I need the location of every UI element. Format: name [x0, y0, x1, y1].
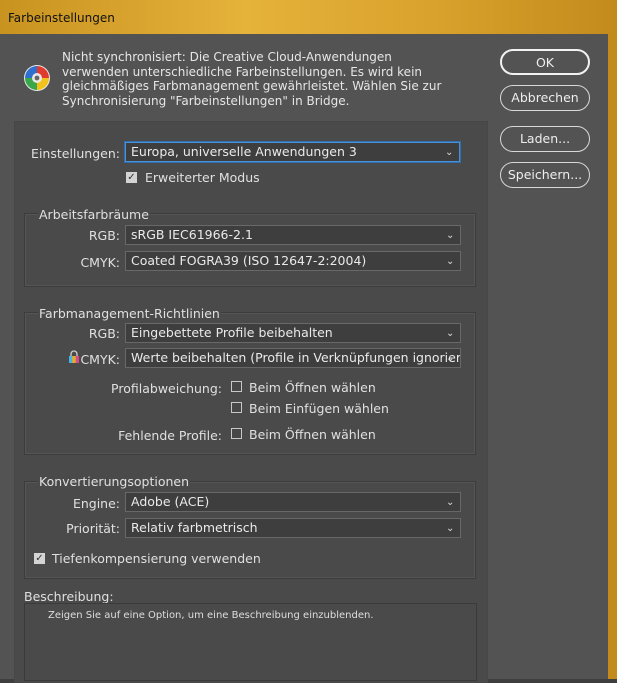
load-button[interactable]: Laden...: [500, 126, 590, 152]
working-cmyk-value: Coated FOGRA39 (ISO 12647-2:2004): [131, 253, 367, 268]
title-bar: Farbeinstellungen: [0, 0, 617, 35]
mismatch-paste-label: Beim Einfügen wählen: [249, 401, 389, 416]
working-cmyk-label: CMYK:: [80, 255, 120, 270]
engine-value: Adobe (ACE): [131, 494, 210, 509]
mismatch-open-checkbox[interactable]: [231, 381, 242, 392]
ok-button[interactable]: OK: [500, 49, 590, 75]
engine-label: Engine:: [72, 496, 120, 511]
black-point-label: Tiefenkompensierung verwenden: [52, 551, 261, 566]
policy-cmyk-value: Werte beibehalten (Profile in Verknüpfun…: [131, 350, 461, 365]
intent-label: Priorität:: [66, 521, 120, 536]
window-title: Farbeinstellungen: [8, 11, 115, 25]
advanced-mode-checkbox[interactable]: ✓: [126, 172, 137, 183]
intent-value: Relativ farbmetrisch: [131, 520, 258, 535]
advanced-mode-label: Erweiterter Modus: [145, 170, 260, 185]
engine-dropdown[interactable]: Adobe (ACE) ⌄: [125, 492, 461, 512]
chevron-down-icon: ⌄: [445, 147, 454, 158]
policy-rgb-value: Eingebettete Profile beibehalten: [131, 325, 333, 340]
chevron-down-icon: ⌄: [446, 256, 455, 267]
intent-dropdown[interactable]: Relativ farbmetrisch ⌄: [125, 518, 461, 538]
chevron-down-icon: ⌄: [446, 328, 455, 339]
missing-open-checkbox[interactable]: [231, 428, 242, 439]
policy-rgb-label: RGB:: [88, 326, 120, 341]
conversion-title: Konvertierungsoptionen: [38, 474, 191, 489]
description-text: Zeigen Sie auf eine Option, um eine Besc…: [48, 610, 374, 621]
mismatch-paste-checkbox[interactable]: [231, 402, 242, 413]
policies-title: Farbmanagement-Richtlinien: [38, 306, 221, 321]
missing-profiles-label: Fehlende Profile:: [118, 428, 222, 443]
working-rgb-label: RGB:: [88, 228, 120, 243]
settings-dropdown[interactable]: Europa, universelle Anwendungen 3 ⌄: [125, 142, 460, 162]
working-cmyk-dropdown[interactable]: Coated FOGRA39 (ISO 12647-2:2004) ⌄: [125, 251, 461, 271]
chevron-down-icon: ⌄: [446, 497, 455, 508]
settings-label: Einstellungen:: [31, 146, 120, 161]
sync-warning-text: Nicht synchronisiert: Die Creative Cloud…: [62, 50, 442, 108]
color-wheel-icon: [24, 65, 50, 91]
chevron-down-icon: ⌄: [446, 353, 455, 364]
window-edge: [608, 34, 617, 679]
chevron-down-icon: ⌄: [446, 523, 455, 534]
mismatch-open-label: Beim Öffnen wählen: [249, 380, 376, 395]
policy-rgb-dropdown[interactable]: Eingebettete Profile beibehalten ⌄: [125, 323, 461, 343]
profile-mismatch-label: Profilabweichung:: [111, 381, 222, 396]
save-button[interactable]: Speichern...: [500, 162, 590, 188]
missing-open-label: Beim Öffnen wählen: [249, 427, 376, 442]
black-point-checkbox[interactable]: ✓: [34, 553, 45, 564]
policy-cmyk-dropdown[interactable]: Werte beibehalten (Profile in Verknüpfun…: [125, 348, 461, 368]
working-rgb-value: sRGB IEC61966-2.1: [131, 227, 253, 242]
description-label: Beschreibung:: [24, 589, 114, 604]
policy-cmyk-label: CMYK:: [80, 352, 120, 367]
chevron-down-icon: ⌄: [446, 230, 455, 241]
working-spaces-title: Arbeitsfarbräume: [38, 207, 150, 222]
cancel-button[interactable]: Abbrechen: [500, 85, 590, 111]
settings-dropdown-value: Europa, universelle Anwendungen 3: [131, 144, 357, 159]
working-rgb-dropdown[interactable]: sRGB IEC61966-2.1 ⌄: [125, 225, 461, 245]
